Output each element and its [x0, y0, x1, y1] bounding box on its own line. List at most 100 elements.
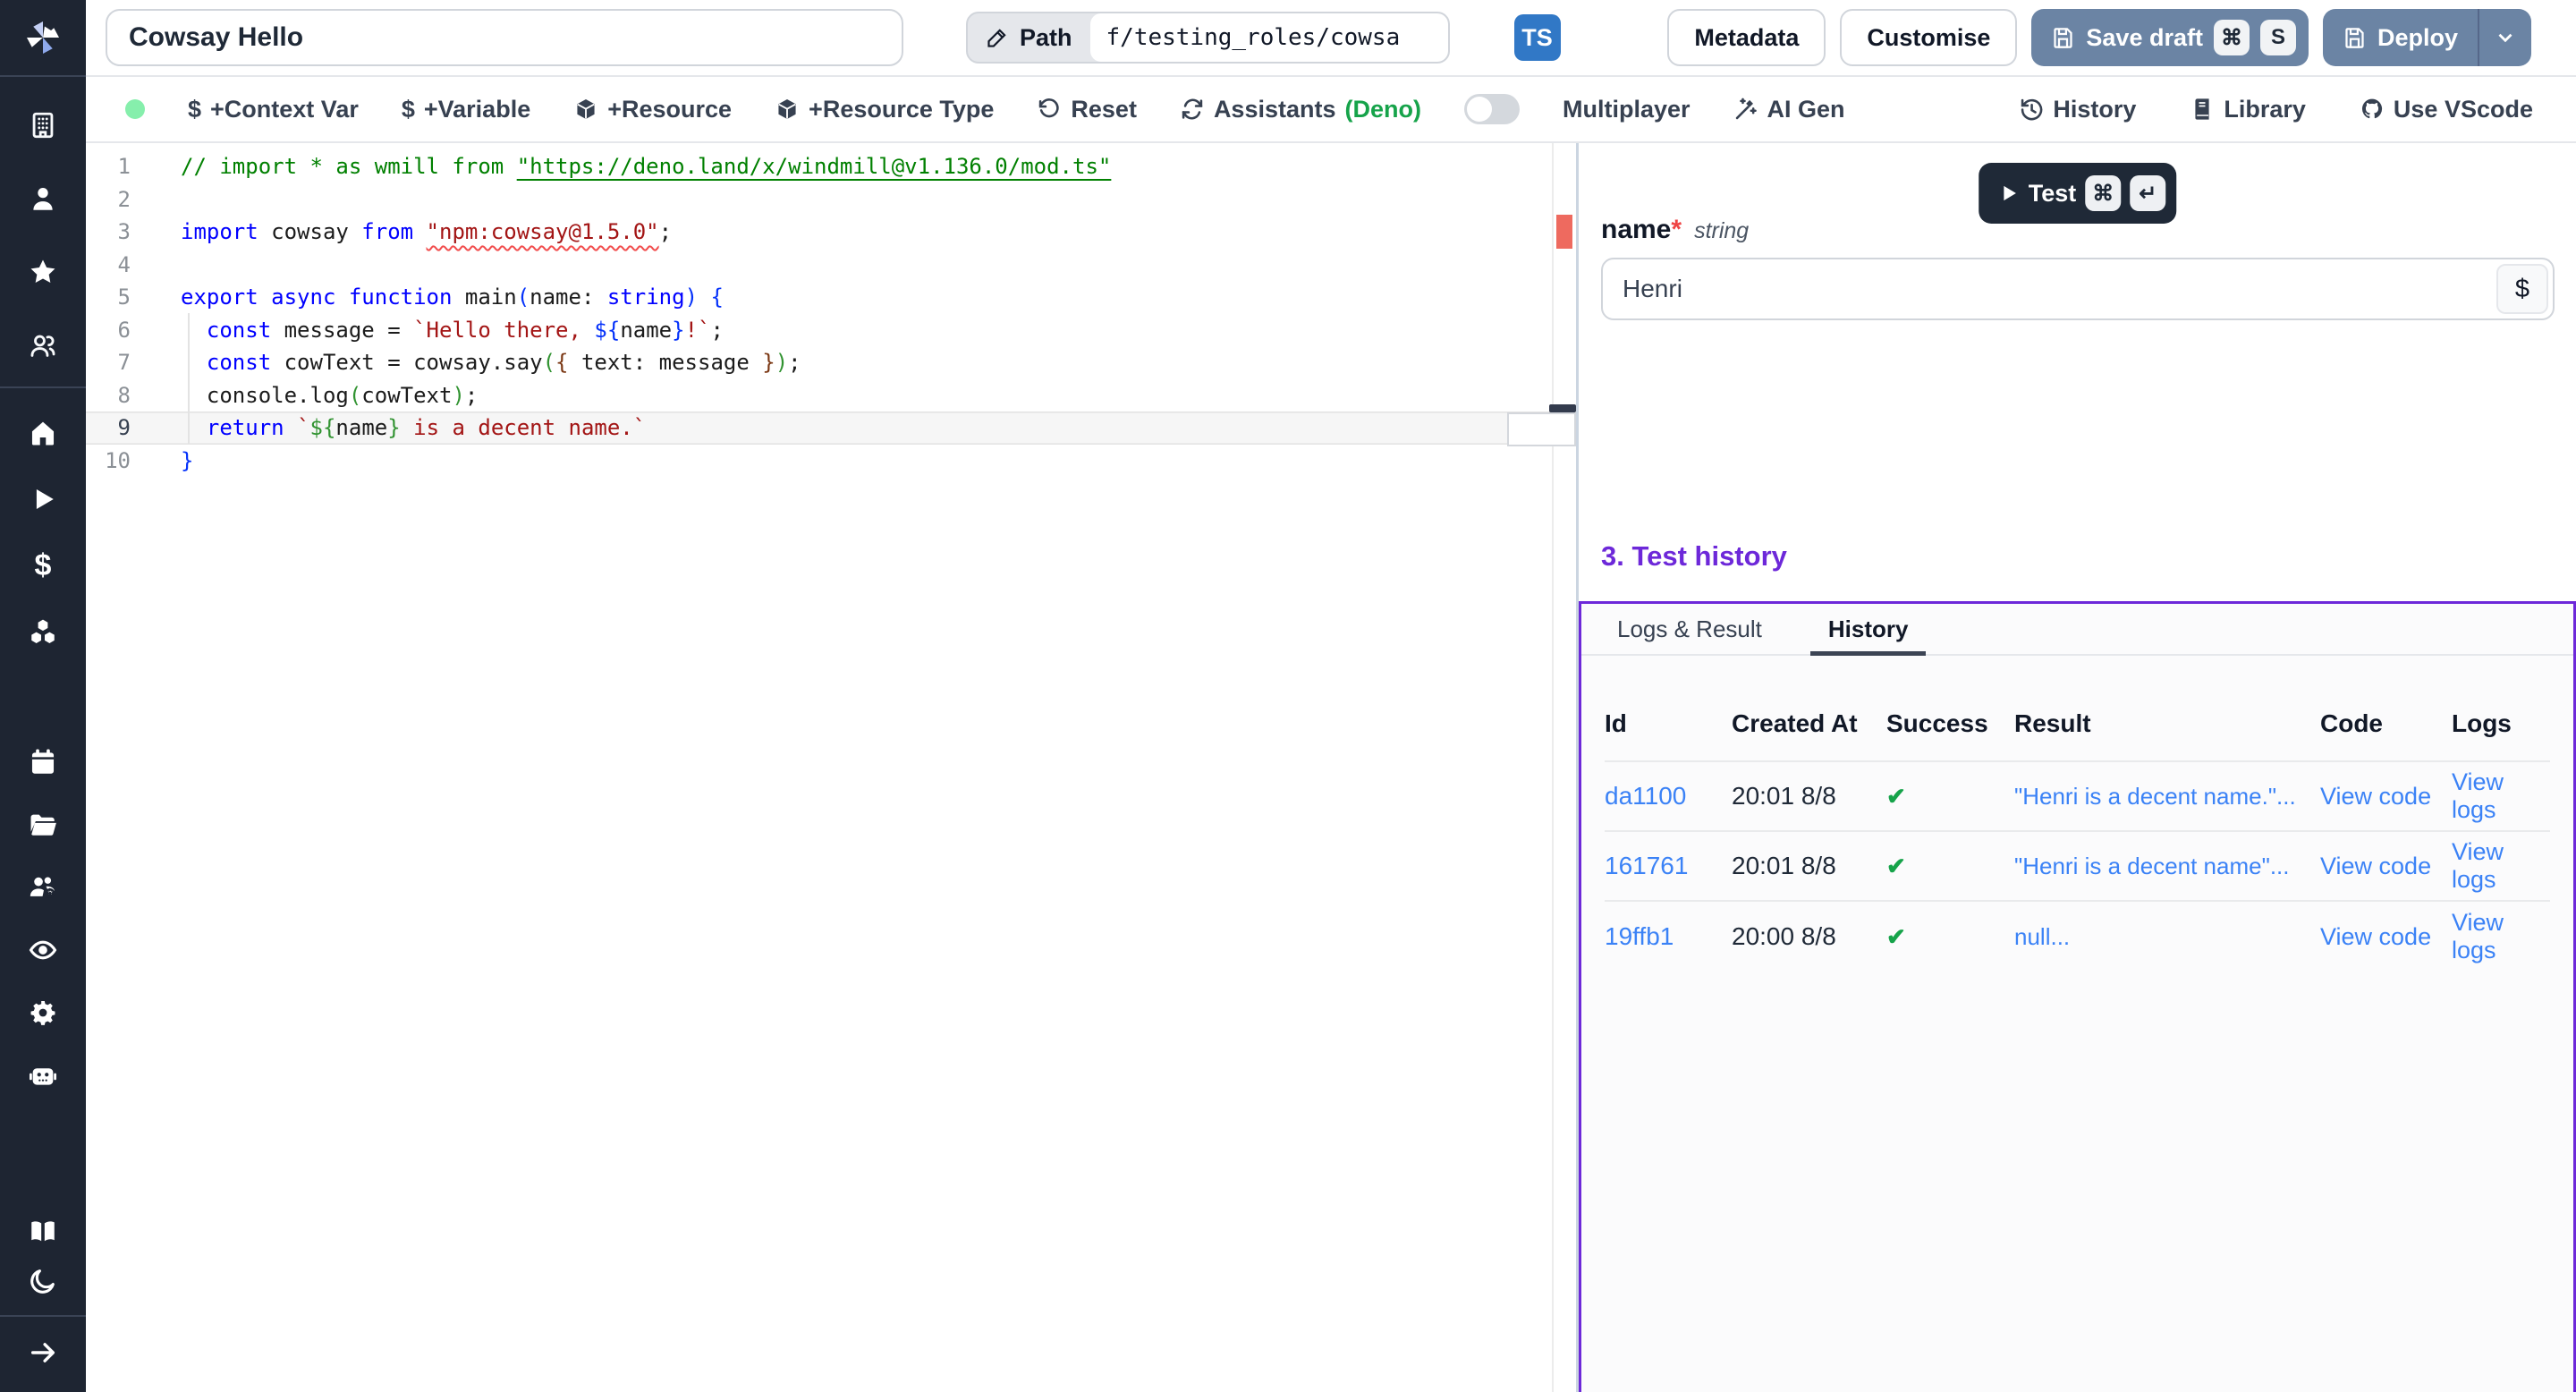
- path-group: Path: [966, 12, 1450, 64]
- result-link[interactable]: "Henri is a decent name"...: [2014, 853, 2320, 880]
- column-header: Id: [1605, 709, 1732, 738]
- splitter-handle[interactable]: [1549, 404, 1576, 412]
- code-line[interactable]: 10}: [86, 445, 1576, 478]
- code-line[interactable]: 4: [86, 249, 1576, 282]
- add-resource-type-button[interactable]: +Resource Type: [775, 96, 994, 123]
- job-id-link[interactable]: da1100: [1605, 782, 1732, 811]
- wand-icon: [1733, 97, 1758, 122]
- created-at: 20:01 8/8: [1732, 852, 1886, 880]
- view-code-link[interactable]: View code: [2320, 923, 2452, 951]
- home-icon[interactable]: [27, 417, 59, 449]
- editor-scrollbar[interactable]: [1552, 143, 1576, 1392]
- main-area: Path TS Metadata Customise Save draft: [86, 0, 2576, 1392]
- code-line[interactable]: 1// import * as wmill from "https://deno…: [86, 150, 1576, 183]
- save-icon: [2051, 26, 2075, 50]
- column-header: Created At: [1732, 709, 1886, 738]
- use-vscode-button[interactable]: Use VScode: [2360, 96, 2533, 123]
- code-line[interactable]: 3import cowsay from "npm:cowsay@1.5.0";: [86, 216, 1576, 249]
- cmd-key-badge: ⌘: [2085, 175, 2121, 211]
- runs-play-icon[interactable]: [27, 483, 59, 515]
- variables-dollar-icon[interactable]: $: [27, 549, 59, 581]
- audit-eye-icon[interactable]: [27, 934, 59, 966]
- assistants-button[interactable]: Assistants (Deno): [1180, 96, 1421, 123]
- line-number: 6: [86, 314, 131, 347]
- schedules-calendar-icon[interactable]: [27, 746, 59, 778]
- code-line[interactable]: 2: [86, 183, 1576, 216]
- insert-variable-button[interactable]: $: [2496, 264, 2548, 314]
- view-logs-link[interactable]: View logs: [2452, 838, 2550, 894]
- history-tabs: Logs & Result History: [1581, 604, 2573, 656]
- tab-logs-result[interactable]: Logs & Result: [1612, 604, 1767, 654]
- code-line[interactable]: 8 console.log(cowText);: [86, 379, 1576, 412]
- star-icon[interactable]: [27, 256, 59, 288]
- success-check-icon: ✔: [1886, 783, 2014, 811]
- ai-gen-button[interactable]: AI Gen: [1733, 96, 1845, 123]
- reset-button[interactable]: Reset: [1037, 96, 1137, 123]
- docs-book-icon[interactable]: [27, 1215, 59, 1247]
- windmill-app: $: [0, 0, 2576, 1392]
- windmill-logo-icon: [22, 17, 64, 58]
- dollar-icon: $: [188, 96, 201, 123]
- settings-gear-icon[interactable]: [27, 997, 59, 1029]
- library-button[interactable]: Library: [2190, 96, 2306, 123]
- code-editor[interactable]: 1// import * as wmill from "https://deno…: [86, 143, 1579, 1392]
- view-code-link[interactable]: View code: [2320, 853, 2452, 880]
- deploy-dropdown-button[interactable]: [2478, 9, 2531, 66]
- groups-users-gear-icon[interactable]: [27, 871, 59, 904]
- cube-icon: [573, 97, 598, 122]
- result-link[interactable]: null...: [2014, 923, 2320, 951]
- job-id-link[interactable]: 19ffb1: [1605, 922, 1732, 951]
- deploy-button[interactable]: Deploy: [2323, 9, 2478, 66]
- windmill-logo[interactable]: [0, 0, 86, 77]
- code-line[interactable]: 9 return `${name} is a decent name.`: [86, 412, 1576, 445]
- view-logs-link[interactable]: View logs: [2452, 768, 2550, 824]
- history-table-header: IdCreated AtSuccessResultCodeLogs: [1605, 656, 2550, 762]
- users-icon[interactable]: [27, 329, 59, 361]
- rotate-ccw-icon: [1037, 97, 1062, 122]
- edit-path-button[interactable]: Path: [968, 13, 1090, 62]
- path-input[interactable]: [1090, 13, 1448, 62]
- name-arg-input[interactable]: [1601, 258, 2555, 320]
- sidebar-group-main: $: [0, 388, 86, 648]
- resources-boxes-icon[interactable]: [27, 615, 59, 648]
- play-icon: [1996, 182, 2020, 205]
- pencil-icon: [986, 26, 1009, 49]
- add-resource-button[interactable]: +Resource: [573, 96, 732, 123]
- tab-history[interactable]: History: [1823, 604, 1914, 654]
- sidebar-group-collapse: [0, 1317, 86, 1392]
- line-number: 5: [86, 281, 131, 314]
- line-number: 2: [86, 183, 131, 216]
- save-draft-button[interactable]: Save draft ⌘ S: [2031, 9, 2309, 66]
- result-link[interactable]: "Henri is a decent name."...: [2014, 783, 2320, 811]
- test-button[interactable]: Test ⌘ ↵: [1979, 163, 2177, 224]
- view-logs-link[interactable]: View logs: [2452, 909, 2550, 964]
- multiplayer-toggle[interactable]: [1464, 94, 1520, 124]
- code-line[interactable]: 7 const cowText = cowsay.say({ text: mes…: [86, 346, 1576, 379]
- view-code-link[interactable]: View code: [2320, 783, 2452, 811]
- line-number: 7: [86, 346, 131, 379]
- code-line[interactable]: 6 const message = `Hello there, ${name}!…: [86, 314, 1576, 347]
- cmd-key-badge: ⌘: [2214, 20, 2250, 55]
- script-title-input[interactable]: [106, 9, 903, 66]
- folders-icon[interactable]: [27, 809, 59, 841]
- preview-pane: Test ⌘ ↵ name* string $ 3. Test history …: [1579, 143, 2576, 1392]
- sync-status-dot: [125, 99, 145, 119]
- workspace-building-icon[interactable]: [27, 109, 59, 141]
- add-context-var-button[interactable]: $ +Context Var: [188, 96, 359, 123]
- history-button[interactable]: History: [2019, 96, 2136, 123]
- expand-arrow-right-icon[interactable]: [27, 1337, 59, 1369]
- code-line[interactable]: 5export async function main(name: string…: [86, 281, 1576, 314]
- customise-button[interactable]: Customise: [1840, 9, 2017, 66]
- workers-robot-icon[interactable]: [27, 1059, 59, 1091]
- test-history-panel: Logs & Result History IdCreated AtSucces…: [1579, 601, 2576, 1392]
- content-area: 1// import * as wmill from "https://deno…: [86, 143, 2576, 1392]
- book-icon: [2190, 97, 2215, 122]
- user-icon[interactable]: [27, 182, 59, 215]
- code-lines: 1// import * as wmill from "https://deno…: [86, 143, 1576, 477]
- job-id-link[interactable]: 161761: [1605, 852, 1732, 880]
- add-variable-button[interactable]: $ +Variable: [402, 96, 530, 123]
- metadata-button[interactable]: Metadata: [1667, 9, 1826, 66]
- editor-toolbar: $ +Context Var $ +Variable +Resource +: [86, 75, 2576, 143]
- success-check-icon: ✔: [1886, 923, 2014, 951]
- dark-mode-moon-icon[interactable]: [27, 1265, 59, 1297]
